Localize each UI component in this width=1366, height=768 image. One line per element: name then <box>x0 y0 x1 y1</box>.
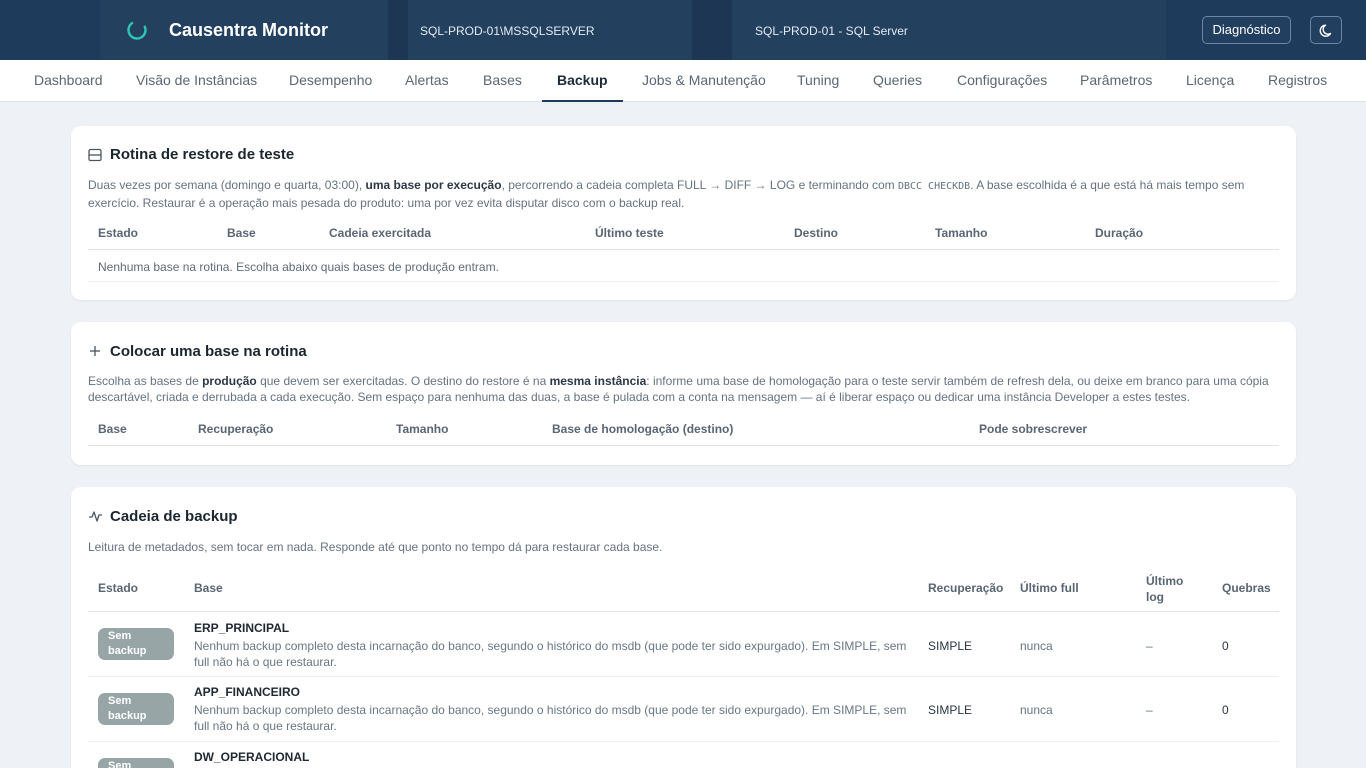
main-nav: Dashboard Visão de Instâncias Desempenho… <box>0 60 1366 102</box>
tab-configuracoes[interactable]: Configurações <box>957 60 1047 102</box>
divider <box>88 611 1279 612</box>
status-badge: Sem backup <box>98 758 174 768</box>
column-header[interactable]: Duração <box>1095 226 1143 240</box>
column-header[interactable]: Estado <box>98 581 138 595</box>
tab-licenca[interactable]: Licença <box>1186 60 1234 102</box>
column-header[interactable]: Último full <box>1020 581 1079 595</box>
panel-divider <box>388 0 408 60</box>
backup-chain-card: Cadeia de backup Leitura de metadados, s… <box>71 487 1296 768</box>
divider <box>88 249 1279 250</box>
status-badge: Sem backup <box>98 628 174 660</box>
column-header[interactable]: Quebras <box>1222 581 1271 595</box>
divider <box>88 445 1279 446</box>
tab-parametros[interactable]: Parâmetros <box>1080 60 1152 102</box>
divider <box>88 741 1279 742</box>
tab-desempenho[interactable]: Desempenho <box>289 60 372 102</box>
card-title: Cadeia de backup <box>110 508 238 525</box>
last-full-backup: nunca <box>1020 703 1053 717</box>
database-name[interactable]: DW_OPERACIONAL <box>194 750 309 764</box>
column-header[interactable]: Base <box>98 422 127 436</box>
column-header[interactable]: Destino <box>794 226 838 240</box>
column-header[interactable]: Estado <box>98 226 138 240</box>
divider <box>88 676 1279 677</box>
card-description: Duas vezes por semana (domingo e quarta,… <box>88 178 1245 210</box>
tab-backup[interactable]: Backup <box>542 60 623 102</box>
last-log-backup: – <box>1146 639 1153 653</box>
app-title: Causentra Monitor <box>169 20 329 40</box>
status-badge: Sem backup <box>98 693 174 725</box>
database-description: Nenhum backup completo desta incarnação … <box>194 703 907 733</box>
tab-visao-de-instancias[interactable]: Visão de Instâncias <box>136 60 257 102</box>
database-description: Nenhum backup completo desta incarnação … <box>194 639 907 669</box>
plus-icon <box>90 346 100 356</box>
activity-icon <box>89 511 102 522</box>
database-name[interactable]: ERP_PRINCIPAL <box>194 621 289 635</box>
recovery-model: SIMPLE <box>928 639 973 653</box>
tab-jobs-manutencao[interactable]: Jobs & Manutenção <box>642 60 766 102</box>
card-description: Leitura de metadados, sem tocar em nada.… <box>88 540 663 554</box>
last-full-backup: nunca <box>1020 639 1053 653</box>
column-header[interactable]: Último teste <box>595 226 664 240</box>
column-header[interactable]: Último log <box>1146 573 1196 605</box>
column-header[interactable]: Tamanho <box>396 422 448 436</box>
column-header[interactable]: Pode sobrescrever <box>979 422 1087 436</box>
column-header[interactable]: Recuperação <box>198 422 273 436</box>
database-name[interactable]: APP_FINANCEIRO <box>194 685 300 699</box>
column-header[interactable]: Base <box>227 226 256 240</box>
last-log-backup: – <box>1146 703 1153 717</box>
restore-test-card: Rotina de restore de teste Duas vezes po… <box>71 126 1296 300</box>
tab-bases[interactable]: Bases <box>483 60 522 102</box>
tab-alertas[interactable]: Alertas <box>405 60 449 102</box>
panel-divider <box>692 0 732 60</box>
instance-name[interactable]: SQL-PROD-01\MSSQLSERVER <box>420 24 595 38</box>
top-bar: Causentra Monitor SQL-PROD-01\MSSQLSERVE… <box>0 0 1366 60</box>
column-header[interactable]: Base de homologação (destino) <box>552 422 733 436</box>
card-title: Colocar uma base na rotina <box>110 343 307 360</box>
tab-tuning[interactable]: Tuning <box>797 60 839 102</box>
card-title: Rotina de restore de teste <box>110 146 295 163</box>
column-header[interactable]: Tamanho <box>935 226 987 240</box>
circular-logo-icon <box>127 20 147 40</box>
moon-icon <box>1319 24 1332 37</box>
server-icon <box>88 148 102 162</box>
column-header[interactable]: Recuperação <box>928 581 1003 595</box>
tab-dashboard[interactable]: Dashboard <box>34 60 103 102</box>
tab-registros[interactable]: Registros <box>1268 60 1327 102</box>
column-header[interactable]: Base <box>194 581 223 595</box>
divider <box>88 281 1279 282</box>
tab-queries[interactable]: Queries <box>873 60 922 102</box>
column-header[interactable]: Cadeia exercitada <box>329 226 431 240</box>
add-to-routine-card: Colocar uma base na rotina Escolha as ba… <box>71 322 1296 465</box>
card-description: Escolha as bases de produção que devem s… <box>88 374 1269 404</box>
theme-toggle-button[interactable] <box>1310 16 1342 44</box>
diagnostics-button[interactable]: Diagnóstico <box>1202 16 1291 44</box>
recovery-model: SIMPLE <box>928 703 973 717</box>
empty-state-message: Nenhuma base na rotina. Escolha abaixo q… <box>98 260 499 274</box>
server-name: SQL-PROD-01 - SQL Server <box>755 24 908 38</box>
chain-breaks: 0 <box>1222 639 1229 653</box>
chain-breaks: 0 <box>1222 703 1229 717</box>
